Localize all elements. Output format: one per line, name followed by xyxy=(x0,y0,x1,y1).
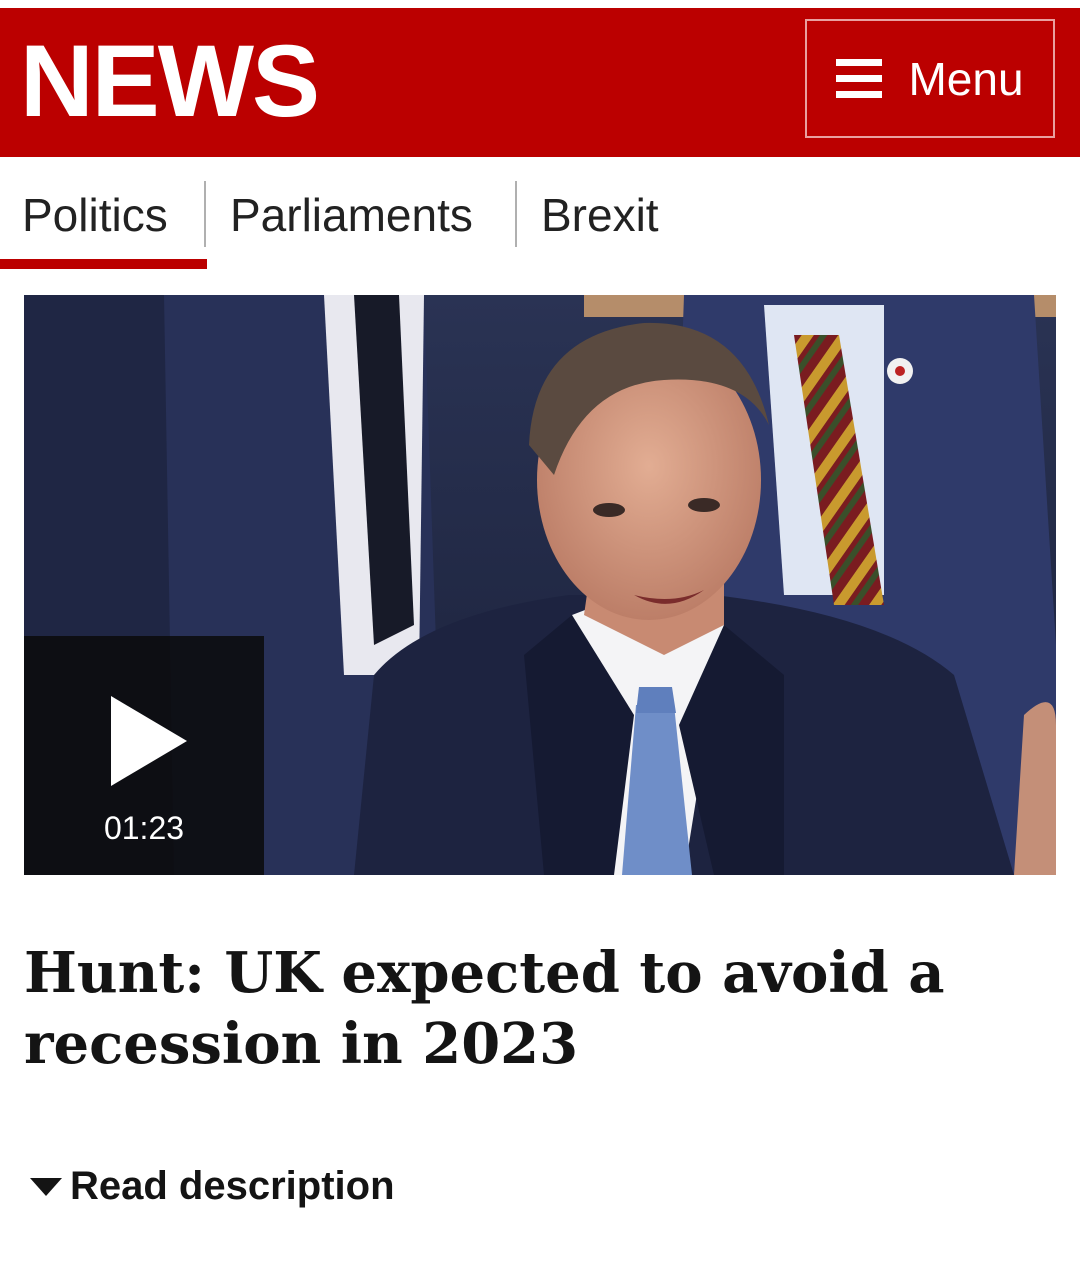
video-duration: 01:23 xyxy=(103,810,185,846)
nav-divider xyxy=(204,181,206,247)
read-description-label: Read description xyxy=(70,1164,395,1208)
play-button[interactable]: 01:23 xyxy=(24,636,264,875)
section-nav: Politics Parliaments Brexit xyxy=(0,157,1080,272)
read-description-toggle[interactable]: Read description xyxy=(30,1164,395,1209)
menu-button[interactable]: Menu xyxy=(805,19,1055,138)
caret-down-icon xyxy=(30,1177,62,1196)
news-logo[interactable]: NEWS xyxy=(20,30,320,132)
nav-item-parliaments[interactable]: Parliaments xyxy=(230,182,473,248)
hamburger-icon xyxy=(836,58,883,99)
header-top-strip xyxy=(0,0,1080,8)
menu-label: Menu xyxy=(908,52,1024,105)
video-player[interactable]: 01:23 xyxy=(24,295,1056,875)
nav-item-brexit[interactable]: Brexit xyxy=(541,182,659,248)
nav-item-politics[interactable]: Politics xyxy=(22,182,168,248)
site-header: NEWS Menu xyxy=(0,8,1080,157)
play-icon xyxy=(111,696,187,786)
nav-divider xyxy=(515,181,517,247)
article-headline: Hunt: UK expected to avoid a recession i… xyxy=(24,940,945,1077)
active-nav-indicator xyxy=(0,259,207,269)
